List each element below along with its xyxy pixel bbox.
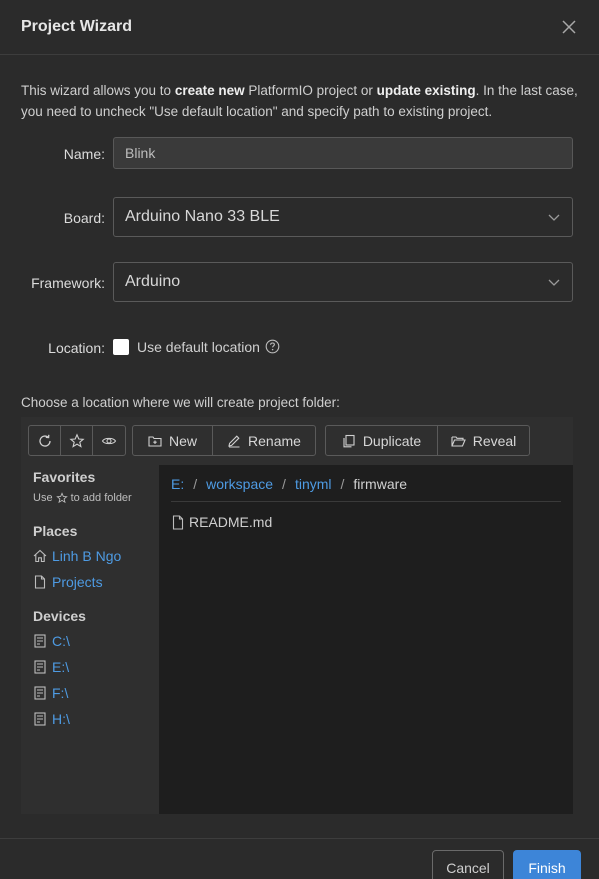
browser-sidebar: Favorites Use to add folder Places Linh … bbox=[21, 465, 159, 814]
favorites-hint-pre: Use bbox=[33, 492, 53, 504]
device-item-c[interactable]: C:\ bbox=[33, 633, 70, 649]
favorite-button[interactable] bbox=[61, 426, 93, 455]
intro-text-bold: update existing bbox=[376, 83, 476, 98]
refresh-button[interactable] bbox=[29, 426, 61, 455]
dialog-header: Project Wizard bbox=[0, 0, 599, 55]
reveal-button[interactable]: Reveal bbox=[438, 426, 529, 455]
device-item-h[interactable]: H:\ bbox=[33, 711, 70, 727]
use-default-location-label[interactable]: Use default location bbox=[137, 339, 260, 355]
star-icon bbox=[55, 492, 68, 504]
breadcrumb-item[interactable]: workspace bbox=[206, 476, 273, 492]
name-input[interactable]: Blink bbox=[113, 137, 573, 169]
choose-location-text: Choose a location where we will create p… bbox=[21, 395, 340, 410]
devices-heading: Devices bbox=[33, 608, 86, 624]
framework-label: Framework: bbox=[31, 275, 105, 291]
framework-select-value: Arduino bbox=[125, 273, 181, 290]
place-item-projects[interactable]: Projects bbox=[33, 574, 103, 590]
copy-icon bbox=[343, 434, 355, 447]
intro-text-part: This wizard allows you to bbox=[21, 83, 175, 98]
chevron-down-icon bbox=[548, 214, 560, 221]
drive-icon bbox=[34, 634, 46, 648]
intro-text-part: PlatformIO project or bbox=[244, 83, 377, 98]
device-item-e[interactable]: E:\ bbox=[33, 659, 69, 675]
show-hidden-button[interactable] bbox=[93, 426, 125, 455]
duplicate-label: Duplicate bbox=[362, 432, 422, 449]
drive-icon bbox=[34, 712, 46, 726]
new-folder-button[interactable]: New bbox=[133, 426, 213, 455]
framework-select[interactable]: Arduino bbox=[113, 262, 573, 302]
edit-button-group: New Rename bbox=[132, 425, 316, 456]
folder-open-icon bbox=[451, 435, 466, 447]
breadcrumb-item[interactable]: tinyml bbox=[295, 476, 332, 492]
cancel-button[interactable]: Cancel bbox=[432, 850, 504, 879]
new-label: New bbox=[168, 432, 197, 449]
place-item-label: Projects bbox=[52, 574, 103, 590]
favorites-hint-post: to add folder bbox=[70, 492, 132, 504]
star-icon bbox=[68, 432, 85, 448]
file-browser: New Rename Duplicate Reveal Favorites Us… bbox=[21, 417, 573, 814]
file-item[interactable]: README.md bbox=[171, 514, 272, 530]
browser-main-pane: E: / workspace / tinyml / firmware READM… bbox=[159, 465, 573, 814]
drive-icon bbox=[34, 686, 46, 700]
device-item-label: H:\ bbox=[52, 711, 70, 727]
file-icon bbox=[34, 575, 46, 589]
view-button-group bbox=[28, 425, 126, 456]
file-item-label: README.md bbox=[189, 514, 273, 530]
breadcrumb-item[interactable]: E: bbox=[171, 476, 184, 492]
pencil-icon bbox=[228, 434, 240, 447]
board-select-value: Arduino Nano 33 BLE bbox=[125, 208, 280, 225]
refresh-icon bbox=[38, 434, 51, 447]
eye-icon bbox=[101, 437, 117, 444]
breadcrumb-separator: / bbox=[340, 476, 345, 492]
device-item-label: F:\ bbox=[52, 685, 69, 701]
favorites-heading: Favorites bbox=[33, 469, 96, 485]
place-item-label: Linh B Ngo bbox=[52, 548, 122, 564]
drive-icon bbox=[34, 660, 46, 674]
place-item-home[interactable]: Linh B Ngo bbox=[33, 548, 121, 564]
breadcrumb: E: / workspace / tinyml / firmware bbox=[171, 476, 407, 492]
device-item-label: E:\ bbox=[52, 659, 70, 675]
breadcrumb-divider bbox=[171, 501, 561, 502]
use-default-location-checkbox[interactable] bbox=[113, 339, 129, 355]
favorites-hint: Use to add folder bbox=[33, 492, 132, 504]
browser-toolbar: New Rename Duplicate Reveal bbox=[21, 417, 573, 465]
device-item-f[interactable]: F:\ bbox=[33, 685, 68, 701]
breadcrumb-separator: / bbox=[282, 476, 286, 492]
reveal-label: Reveal bbox=[472, 432, 517, 449]
help-icon[interactable] bbox=[265, 339, 280, 354]
dialog-title: Project Wizard bbox=[21, 18, 132, 35]
finish-button[interactable]: Finish bbox=[513, 850, 581, 879]
file-action-button-group: Duplicate Reveal bbox=[325, 425, 530, 456]
duplicate-button[interactable]: Duplicate bbox=[326, 426, 438, 455]
breadcrumb-current: firmware bbox=[353, 476, 408, 492]
rename-button[interactable]: Rename bbox=[213, 426, 315, 455]
breadcrumb-separator: / bbox=[193, 476, 198, 492]
places-heading: Places bbox=[33, 523, 78, 539]
chevron-down-icon bbox=[548, 279, 560, 286]
name-label: Name: bbox=[63, 146, 105, 162]
location-label: Location: bbox=[48, 340, 105, 356]
intro-text-bold: create new bbox=[174, 83, 245, 98]
board-select[interactable]: Arduino Nano 33 BLE bbox=[113, 197, 573, 237]
close-icon[interactable] bbox=[560, 18, 578, 36]
rename-label: Rename bbox=[248, 432, 301, 449]
footer-divider bbox=[0, 838, 599, 839]
device-item-label: C:\ bbox=[52, 633, 70, 649]
home-icon bbox=[33, 549, 47, 563]
board-label: Board: bbox=[63, 210, 105, 226]
file-icon bbox=[172, 514, 184, 530]
new-folder-icon bbox=[148, 435, 162, 447]
intro-text: This wizard allows you to create new Pla… bbox=[21, 80, 581, 122]
